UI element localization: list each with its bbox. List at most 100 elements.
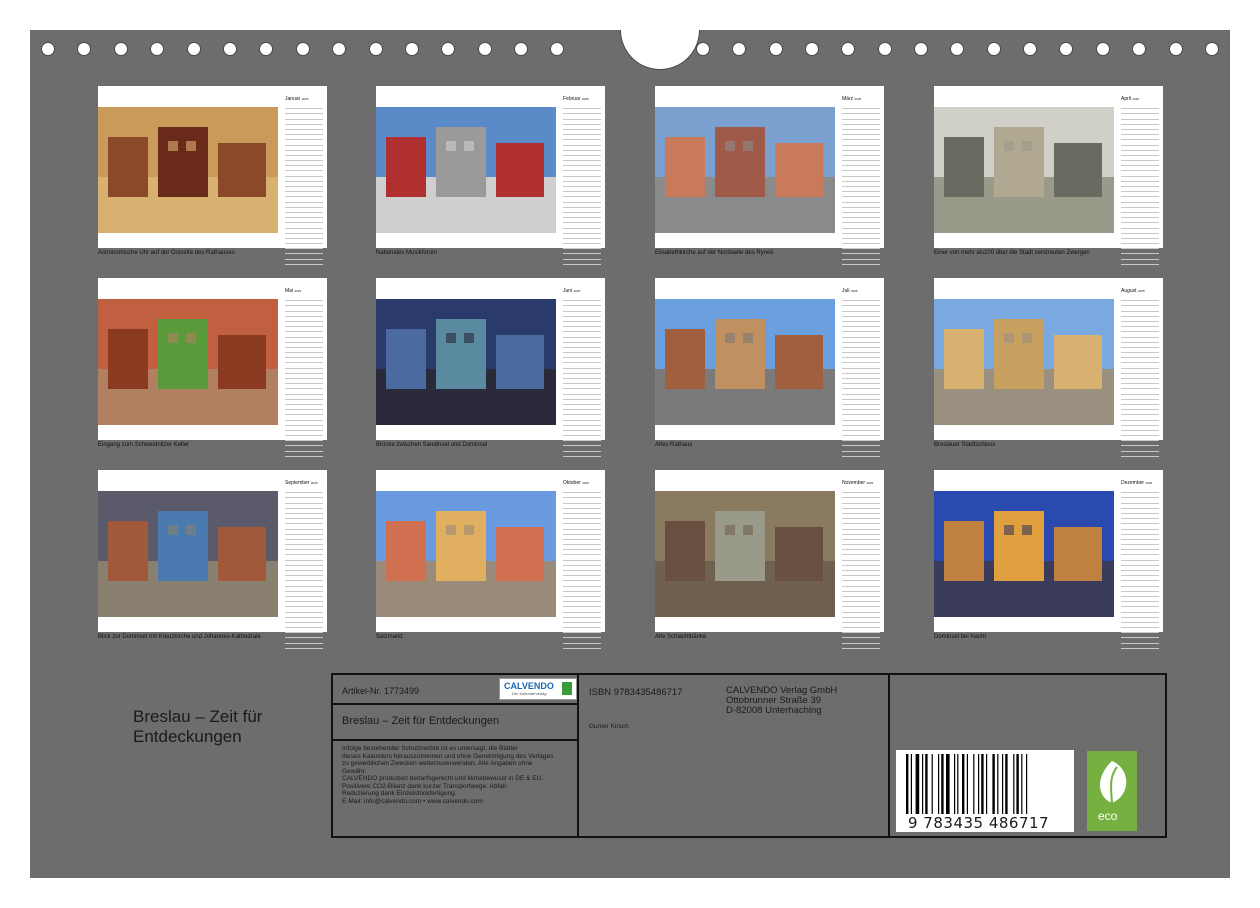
publisher-address: CALVENDO Verlag GmbH Ottobrunner Straße 3… — [726, 686, 837, 716]
binding-hole — [187, 42, 201, 56]
binding-hole — [914, 42, 928, 56]
calendar-title-line-2: Entdeckungen — [133, 727, 242, 746]
month-page: Juni 2025 — [376, 278, 605, 457]
month-name: März 2025 — [842, 96, 862, 102]
binding-hole — [514, 42, 528, 56]
calvendo-logo: CALVENDO Der Kalenderverlag — [499, 678, 577, 700]
month-year: 2025 — [573, 289, 581, 293]
month-page: Mai 2025 — [98, 278, 327, 457]
legal-line: CALVENDO produziert bedarfsgerecht und k… — [342, 775, 544, 782]
binding-hole — [369, 42, 383, 56]
eco-badge: eco — [1087, 751, 1137, 831]
month-name: Januar 2025 — [285, 96, 309, 102]
binding-hole — [259, 42, 273, 56]
palace-photo — [934, 299, 1114, 425]
bridge-photo — [376, 299, 556, 425]
legal-line: dieses Kalenders herauszutrennen und ohn… — [342, 752, 554, 760]
month-page: August 2025 — [934, 278, 1163, 457]
isbn: ISBN 9783435486717 — [589, 687, 683, 698]
month-page: September 2025 — [98, 470, 327, 649]
photo-caption: Astronomische Uhr auf der Ostseite des R… — [98, 250, 235, 256]
binding-hole — [296, 42, 310, 56]
calendar-title: Breslau – Zeit für Entdeckungen — [133, 707, 262, 747]
legal-line: zu gewerblichen Zwecken weiterzuverwende… — [342, 760, 533, 767]
product-subtitle: Breslau – Zeit für Entdeckungen — [342, 715, 500, 727]
binding-hole — [41, 42, 55, 56]
month-name: Mai 2025 — [285, 288, 302, 294]
author: Gunter Kirsch — [589, 723, 629, 730]
binding-hole — [878, 42, 892, 56]
month-year: 2025 — [301, 97, 309, 101]
photo-caption: Breslauer Stadtschloss — [934, 442, 996, 448]
pig-statues-photo — [655, 491, 835, 617]
binding-hole — [987, 42, 1001, 56]
divider — [577, 675, 579, 836]
month-name: Februar 2025 — [563, 96, 589, 102]
month-page: Januar 2025 — [98, 86, 327, 265]
binding-hole — [441, 42, 455, 56]
day-grid — [285, 296, 323, 457]
binding-hole — [150, 42, 164, 56]
calendar-title-line-1: Breslau – Zeit für — [133, 707, 263, 726]
photo-caption: Salzmarkt — [376, 634, 403, 640]
divider — [333, 703, 577, 705]
legal-line: E-Mail: info@calvendo.com • www.calvendo… — [342, 797, 483, 805]
binding-hole — [732, 42, 746, 56]
binding-hole — [478, 42, 492, 56]
legal-line: Reduzierung dank Einzelstückfertigung. — [342, 790, 457, 797]
binding-hole — [950, 42, 964, 56]
day-grid — [1121, 488, 1159, 649]
logo-tagline: Der Kalenderverlag — [512, 691, 547, 696]
photo-caption: Brücke zwischen Sandinsel und Dominsel — [376, 442, 488, 448]
binding-hole — [769, 42, 783, 56]
product-info-box: Artikel-Nr. 1773499 CALVENDO Der Kalende… — [331, 673, 1167, 838]
month-year: 2025 — [310, 481, 318, 485]
month-page: März 2025 — [655, 86, 884, 265]
month-page: November 2025 — [655, 470, 884, 649]
binding-hole — [114, 42, 128, 56]
month-page: Oktober 2025 — [376, 470, 605, 649]
day-grid — [285, 488, 323, 649]
month-name: April 2025 — [1121, 96, 1140, 102]
month-name: Juni 2025 — [563, 288, 581, 294]
day-grid — [1121, 104, 1159, 265]
legal-notice: Infolge bestehender Schutzrechte ist es … — [342, 745, 553, 805]
eco-label: eco — [1098, 809, 1118, 823]
month-year: 2025 — [866, 481, 874, 485]
month-name: Juli 2025 — [842, 288, 858, 294]
legal-line: Infolge bestehender Schutzrechte ist es … — [342, 745, 518, 752]
day-grid — [563, 104, 601, 265]
dwarf-statue-photo — [934, 107, 1114, 233]
photo-caption: Einer von mehr als100 über die Stadt ver… — [934, 250, 1090, 256]
month-name: November 2025 — [842, 480, 874, 486]
legal-line: Positivere CO2-Bilanz dank kurzer Transp… — [342, 782, 508, 790]
logo-brand: CALVENDO — [504, 681, 554, 691]
month-year: 2025 — [854, 97, 862, 101]
binding-hole — [223, 42, 237, 56]
month-name: September 2025 — [285, 480, 318, 486]
month-name: Oktober 2025 — [563, 480, 589, 486]
month-page: Dezember 2025 — [934, 470, 1163, 649]
photo-caption: Dominsel bei Nacht — [934, 634, 987, 640]
day-grid — [842, 488, 880, 649]
month-page: Februar 2025 — [376, 86, 605, 265]
binding-hole — [1132, 42, 1146, 56]
day-grid — [563, 296, 601, 457]
binding-hole — [332, 42, 346, 56]
month-page: Juli 2025 — [655, 278, 884, 457]
divider — [333, 739, 577, 741]
town-hall-photo — [655, 299, 835, 425]
day-grid — [285, 104, 323, 265]
binding-hole — [550, 42, 564, 56]
binding-hole — [1205, 42, 1219, 56]
photo-caption: Altes Rathaus — [655, 442, 693, 448]
barcode-number: 9 783435 486717 — [906, 814, 1052, 832]
logo-mark-icon — [562, 682, 572, 695]
binding-hole — [805, 42, 819, 56]
binding-hole — [1023, 42, 1037, 56]
publisher-line: D-82008 Unterhaching — [726, 705, 822, 716]
market-square-photo — [655, 107, 835, 233]
doorway-photo — [98, 299, 278, 425]
binding-hole — [1059, 42, 1073, 56]
photo-caption: Elisabethkirche auf der Nordseite des Ry… — [655, 250, 774, 256]
